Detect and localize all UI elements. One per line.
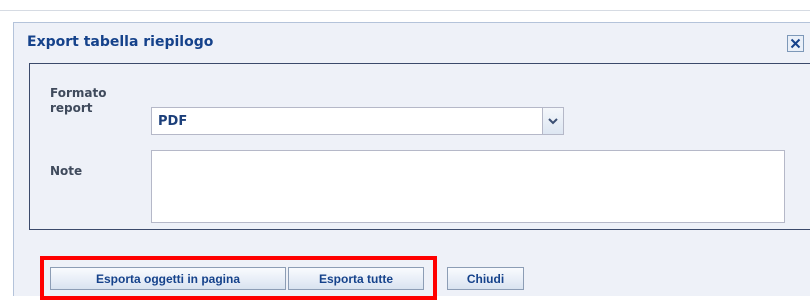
close-dialog-button[interactable] xyxy=(787,35,804,52)
chevron-down-icon xyxy=(548,117,558,124)
note-field[interactable] xyxy=(151,150,785,223)
format-dropdown-trigger[interactable] xyxy=(542,108,563,134)
close-button[interactable]: Chiudi xyxy=(447,267,524,290)
dialog-title: Export tabella riepilogo xyxy=(27,34,214,50)
format-label: Formato report xyxy=(50,86,107,115)
export-form-panel: Formato report PDF Note xyxy=(29,63,810,230)
format-select[interactable]: PDF xyxy=(151,107,564,135)
export-page-button[interactable]: Esporta oggetti in pagina xyxy=(50,267,286,290)
dialog-titlebar: Export tabella riepilogo xyxy=(14,23,810,63)
export-all-button[interactable]: Esporta tutte xyxy=(288,267,424,290)
close-icon xyxy=(790,38,801,49)
page-divider xyxy=(0,10,810,11)
note-label: Note xyxy=(50,164,83,178)
format-select-value: PDF xyxy=(158,114,188,129)
export-dialog: Export tabella riepilogo Formato report … xyxy=(13,22,810,300)
